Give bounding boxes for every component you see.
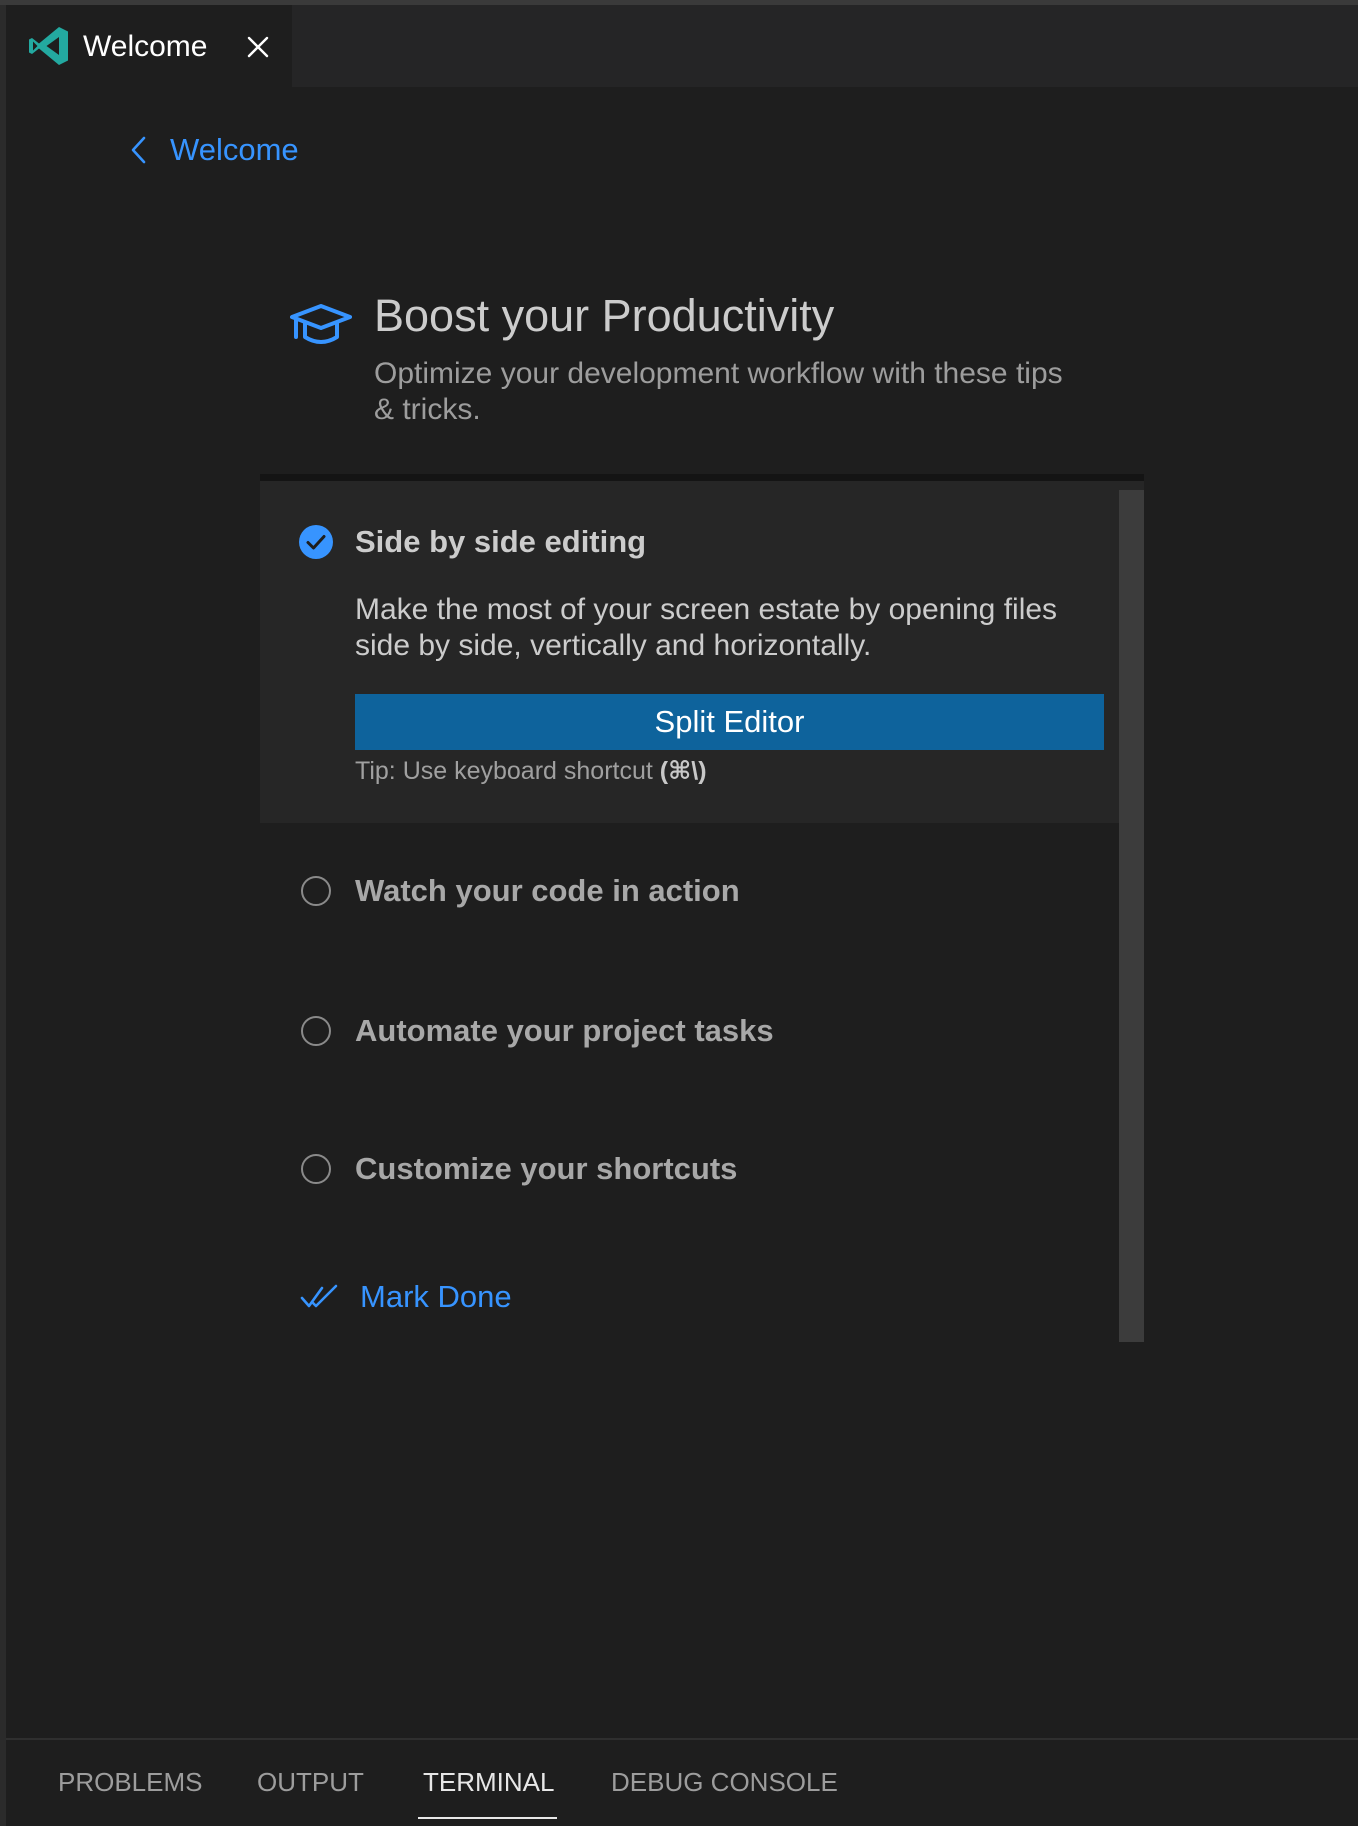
- mark-done-label: Mark Done: [360, 1279, 512, 1314]
- check-all-icon: [300, 1284, 338, 1308]
- tab-problems[interactable]: PROBLEMS: [58, 1766, 203, 1798]
- chevron-left-icon: [131, 136, 146, 164]
- close-icon[interactable]: [246, 35, 270, 59]
- back-link[interactable]: Welcome: [128, 130, 299, 170]
- mortarboard-icon: [290, 304, 352, 344]
- step-title-automate-tasks[interactable]: Automate your project tasks: [355, 1013, 774, 1049]
- tab-output[interactable]: OUTPUT: [257, 1766, 364, 1798]
- step-circle-icon[interactable]: [301, 1154, 331, 1184]
- window-left-border: [0, 5, 6, 1826]
- tab-terminal[interactable]: TERMINAL: [423, 1766, 554, 1798]
- tab-debug-console[interactable]: DEBUG CONSOLE: [611, 1766, 838, 1798]
- step-circle-icon[interactable]: [301, 1016, 331, 1046]
- tab-label: Welcome: [83, 30, 208, 63]
- step-circle-icon[interactable]: [301, 876, 331, 906]
- split-editor-button[interactable]: Split Editor: [355, 694, 1104, 750]
- steps-list-divider: [260, 474, 1144, 481]
- mark-done-button[interactable]: Mark Done: [300, 1277, 512, 1317]
- back-label: Welcome: [170, 132, 299, 167]
- tip-shortcut: (⌘\): [659, 757, 707, 785]
- shortcut-tip: Tip: Use keyboard shortcut (⌘\): [355, 754, 707, 788]
- step-title-customize-shortcuts[interactable]: Customize your shortcuts: [355, 1151, 737, 1187]
- check-circle-icon[interactable]: [298, 524, 334, 560]
- active-tab-indicator: [418, 1817, 557, 1819]
- step-title-watch-code[interactable]: Watch your code in action: [355, 873, 740, 909]
- tab-welcome[interactable]: Welcome: [6, 5, 292, 87]
- panel-divider: [6, 1738, 1358, 1740]
- tip-text: Tip: Use keyboard shortcut: [355, 757, 660, 785]
- step-description: Make the most of your screen estate by o…: [355, 593, 1058, 662]
- page-title: Boost your Productivity: [374, 290, 835, 341]
- steps-scrollbar[interactable]: [1119, 490, 1144, 1342]
- step-title-side-by-side[interactable]: Side by side editing: [355, 524, 646, 560]
- vscode-logo-icon: [29, 27, 68, 65]
- page-subtitle: Optimize your development workflow with …: [374, 357, 1063, 426]
